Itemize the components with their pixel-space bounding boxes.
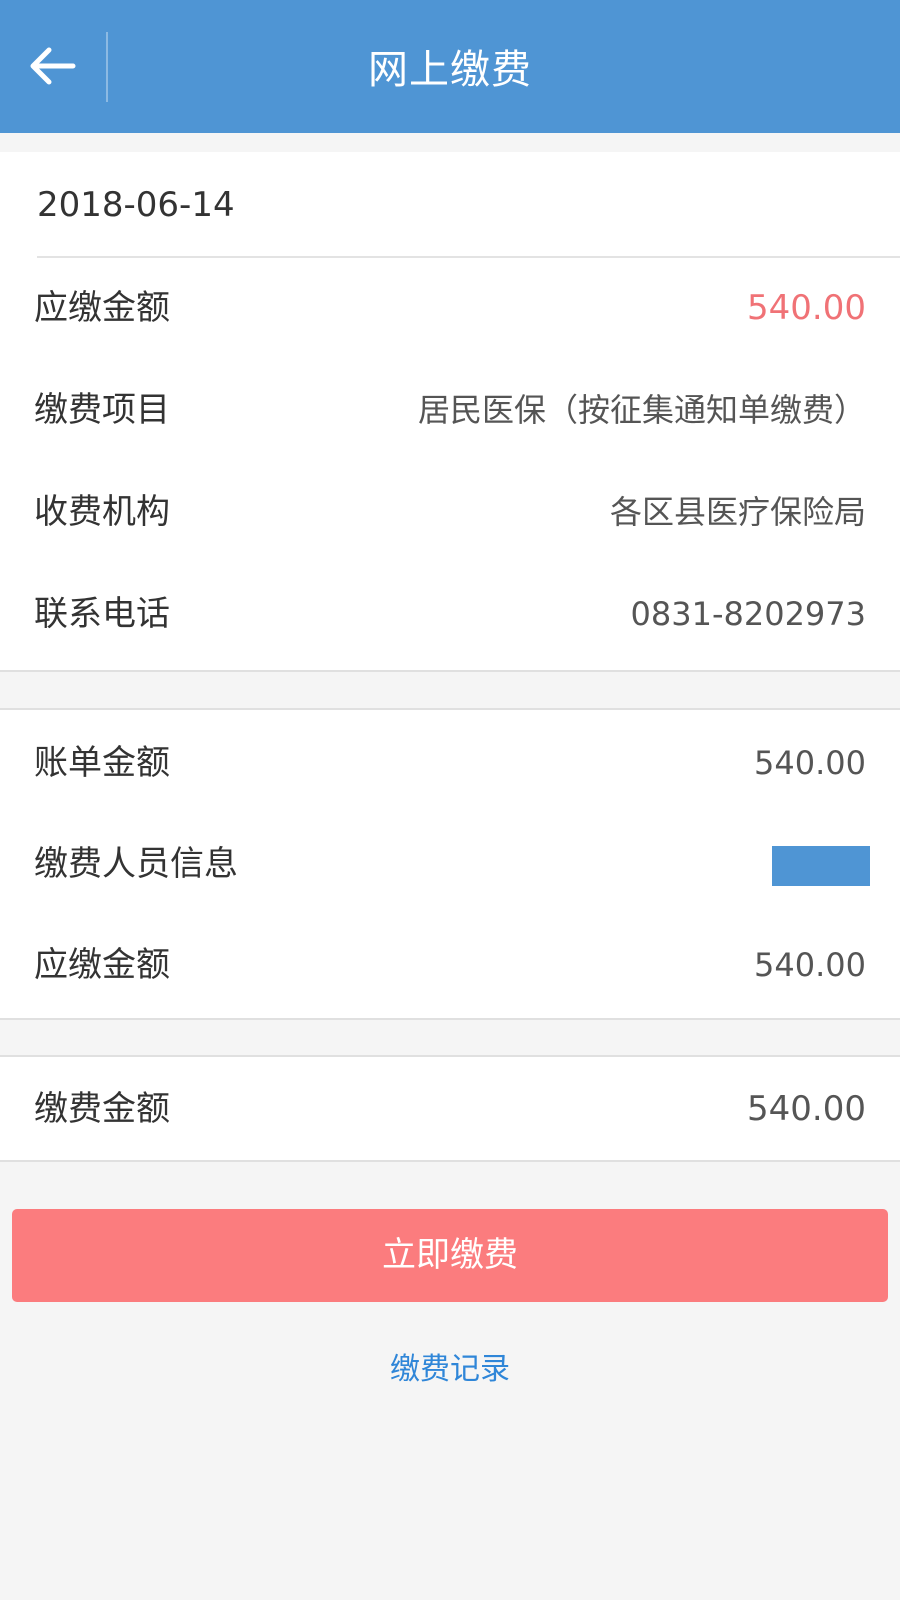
phone-row: 联系电话 0831-8202973 [0, 564, 900, 664]
bill-amount-row: 账单金额 540.00 [0, 713, 900, 813]
row-label: 收费机构 [34, 492, 170, 532]
institution-value: 各区县医疗保险局 [609, 493, 866, 531]
payment-item-value: 居民医保（按征集通知单缴费） [417, 391, 866, 429]
row-label: 应缴金额 [34, 288, 170, 328]
app-header: 网上缴费 [0, 0, 900, 133]
payment-item-row: 缴费项目 居民医保（按征集通知单缴费） [0, 360, 900, 460]
payer-info-row[interactable]: 缴费人员信息 [0, 814, 900, 914]
bill-date-row: 2018-06-14 [37, 152, 900, 258]
institution-row: 收费机构 各区县医疗保险局 [0, 462, 900, 562]
row-label: 账单金额 [34, 743, 170, 783]
payment-records-link[interactable]: 缴费记录 [0, 1340, 900, 1400]
due-amount-value: 540.00 [747, 288, 866, 328]
payer-info-button[interactable] [772, 846, 870, 886]
bill-detail-card: 账单金额 540.00 缴费人员信息 应缴金额 540.00 [0, 708, 900, 1020]
phone-value: 0831-8202973 [630, 595, 867, 633]
page-title: 网上缴费 [368, 47, 532, 93]
payment-amount-value: 540.00 [747, 1089, 866, 1129]
due-amount-value-2: 540.00 [754, 946, 866, 984]
bill-date: 2018-06-14 [37, 185, 235, 225]
row-label: 缴费人员信息 [34, 844, 238, 884]
bill-amount-value: 540.00 [754, 744, 866, 782]
row-label: 应缴金额 [34, 945, 170, 985]
bill-summary-card: 2018-06-14 应缴金额 540.00 缴费项目 居民医保（按征集通知单缴… [0, 152, 900, 672]
due-amount-row: 应缴金额 540.00 [0, 258, 900, 358]
pay-now-button[interactable]: 立即缴费 [12, 1209, 888, 1302]
due-amount-row-2: 应缴金额 540.00 [0, 915, 900, 1015]
payment-amount-row: 缴费金额 540.00 [0, 1059, 900, 1159]
row-label: 缴费项目 [34, 390, 170, 430]
row-label: 缴费金额 [34, 1089, 170, 1129]
payment-amount-card: 缴费金额 540.00 [0, 1055, 900, 1162]
row-label: 联系电话 [34, 594, 170, 634]
